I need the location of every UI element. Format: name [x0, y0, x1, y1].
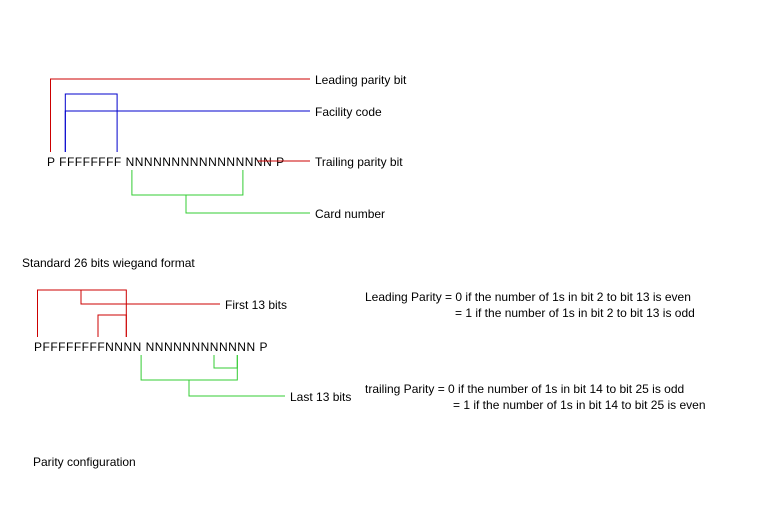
trailing-parity-line1: trailing Parity = 0 if the number of 1s … [365, 382, 684, 396]
label-last-13: Last 13 bits [290, 390, 351, 404]
bottom-caption: Parity configuration [33, 455, 136, 469]
leading-parity-line1: Leading Parity = 0 if the number of 1s i… [365, 290, 691, 304]
leading-parity-line2: = 1 if the number of 1s in bit 2 to bit … [455, 306, 695, 320]
trailing-parity-line2: = 1 if the number of 1s in bit 14 to bit… [453, 398, 706, 412]
label-leading-parity: Leading parity bit [315, 73, 406, 87]
label-trailing-parity: Trailing parity bit [315, 155, 403, 169]
top-bit-string: P FFFFFFFF NNNNNNNNNNNNNNNN P [47, 155, 285, 169]
label-first-13: First 13 bits [225, 298, 287, 312]
label-facility-code: Facility code [315, 105, 382, 119]
label-card-number: Card number [315, 207, 385, 221]
bottom-bit-string: PFFFFFFFFNNNN NNNNNNNNNNNN P [34, 340, 268, 354]
top-caption: Standard 26 bits wiegand format [22, 256, 195, 270]
